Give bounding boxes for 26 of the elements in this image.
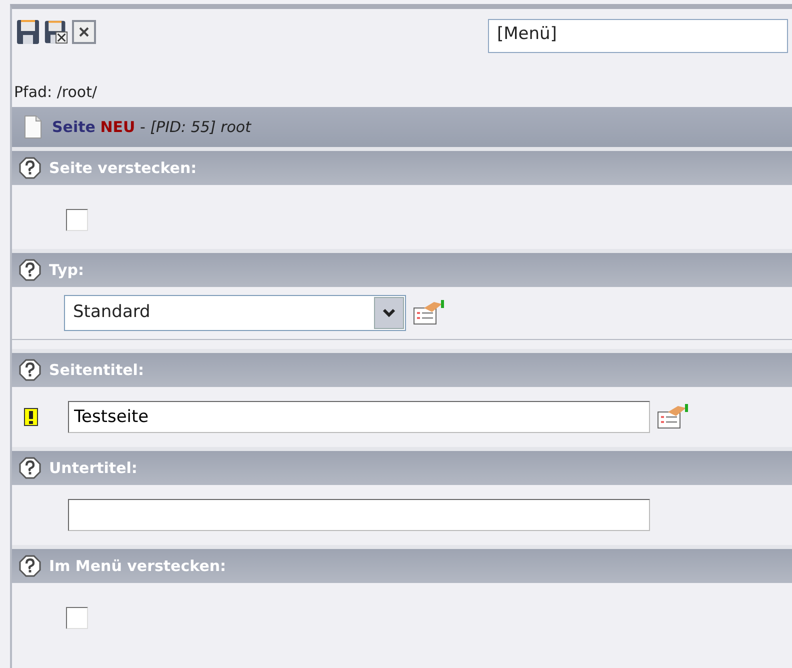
help-icon[interactable]	[19, 457, 41, 479]
section-label: Typ:	[49, 260, 84, 281]
save-close-icon[interactable]	[44, 19, 68, 45]
caret-icon[interactable]	[374, 297, 404, 329]
warning-icon	[24, 408, 38, 426]
section-label: Seite verstecken:	[49, 158, 197, 179]
help-icon[interactable]	[19, 359, 41, 381]
section-label: Untertitel:	[49, 458, 138, 479]
close-icon[interactable]	[72, 19, 96, 45]
menu-field[interactable]: [Menü]	[488, 19, 788, 53]
wizard-icon[interactable]	[656, 404, 690, 430]
text-field[interactable]: Testseite	[68, 401, 650, 433]
type-select[interactable]: Standard	[64, 295, 406, 331]
path-label: Pfad: /root/	[13, 82, 98, 103]
section-label: Im Menü verstecken:	[49, 556, 226, 577]
checkbox[interactable]	[66, 607, 88, 629]
help-icon[interactable]	[19, 259, 41, 281]
help-icon[interactable]	[19, 555, 41, 577]
checkbox[interactable]	[66, 209, 88, 231]
wizard-icon[interactable]	[412, 300, 446, 326]
help-icon[interactable]	[19, 157, 41, 179]
document-icon	[24, 115, 42, 139]
text-field[interactable]	[68, 499, 650, 531]
record-title: Seite NEU - [PID: 55] root	[52, 116, 251, 138]
save-icon[interactable]	[16, 19, 40, 45]
section-label: Seitentitel:	[49, 360, 144, 381]
